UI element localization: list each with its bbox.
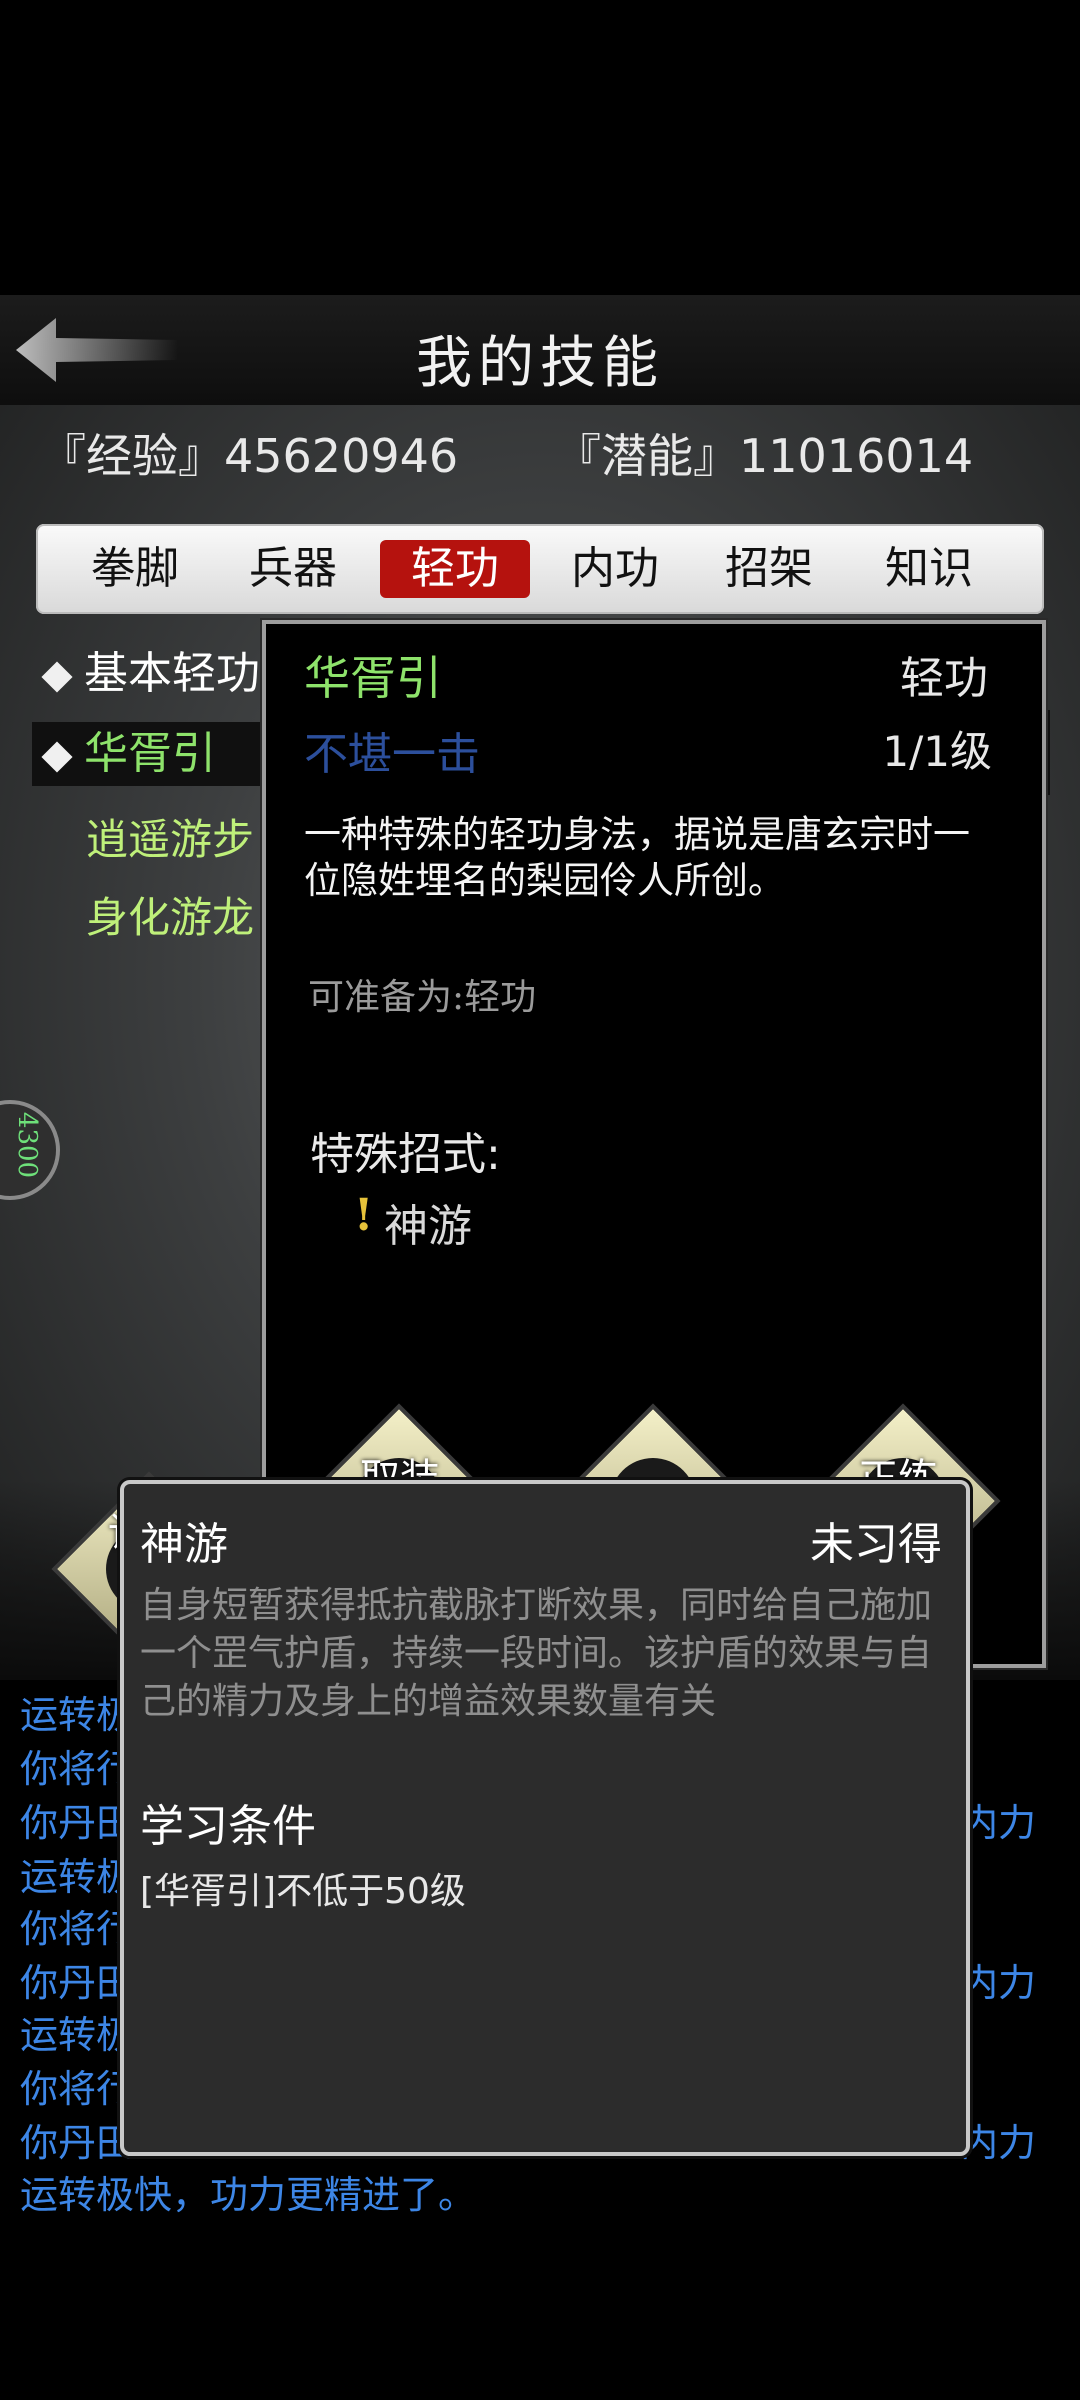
popup-status: 未习得	[810, 1519, 942, 1570]
diamond-bullet-icon	[41, 660, 73, 693]
special-move-item[interactable]: 神游	[384, 1190, 472, 1254]
potential-stat: 『潜能』11016014	[555, 429, 974, 483]
log-line: 运转极	[20, 2013, 135, 2057]
skill-prep: 可准备为:轻功	[308, 977, 537, 1018]
log-fragment: 内力	[960, 1961, 1037, 2005]
log-line: 你丹田	[20, 2121, 135, 2165]
log-fragment: 内力	[960, 1801, 1037, 1845]
tab-qinggong[interactable]: 轻功	[380, 540, 530, 598]
log-line: 运转极	[20, 1855, 135, 1899]
page-title: 我的技能	[416, 331, 664, 396]
log-line: 你丹田	[20, 1801, 135, 1845]
diamond-bullet-icon	[41, 740, 73, 773]
skill-level: 1/1级	[882, 727, 992, 776]
skill-name: 华胥引	[304, 651, 442, 705]
side-badge-value: 4300	[12, 1111, 43, 1179]
log-fragment: 内力	[960, 2121, 1037, 2165]
skill-category-tabs: 拳脚 兵器 轻功 内功 招架 知识	[36, 524, 1044, 614]
experience-stat: 『经验』45620946	[40, 429, 459, 483]
skill-item-label: 华胥引	[84, 728, 216, 779]
popup-requirement: [华胥引]不低于50级	[140, 1871, 466, 1912]
log-line: 你将行	[20, 1747, 135, 1791]
popup-move-name: 神游	[140, 1519, 228, 1570]
tab-zhaojia[interactable]: 招架	[694, 540, 844, 598]
skill-item-label: 基本轻功	[84, 648, 260, 699]
popup-requirement-title: 学习条件	[140, 1801, 316, 1852]
special-moves-title: 特殊招式:	[310, 1129, 501, 1180]
tab-zhishi[interactable]: 知识	[854, 540, 1004, 598]
popup-description: 自身短暂获得抵抗截脉打断效果，同时给自己施加一个罡气护盾，持续一段时间。该护盾的…	[140, 1585, 933, 1722]
sub-skill-shenhua[interactable]: 身化游龙	[86, 884, 254, 945]
tab-quanjiao[interactable]: 拳脚	[60, 540, 210, 598]
sub-skill-xiaoyao[interactable]: 逍遥游步	[86, 806, 254, 867]
skill-type: 轻功	[900, 653, 988, 704]
skill-description: 一种特殊的轻功身法，据说是唐玄宗时一位隐姓埋名的梨园伶人所创。	[304, 813, 970, 902]
log-line: 你将行	[20, 2067, 135, 2111]
log-line: 运转极快，功力更精进了。	[20, 2173, 477, 2217]
skill-rank: 不堪一击	[304, 729, 480, 780]
log-line: 你丹田	[20, 1961, 135, 2005]
special-move-alert-icon: !	[354, 1190, 374, 1241]
tab-bingqi[interactable]: 兵器	[218, 540, 368, 598]
log-line: 你将行	[20, 1907, 135, 1951]
tab-neigong[interactable]: 内功	[540, 540, 690, 598]
log-line: 运转极	[20, 1693, 135, 1737]
